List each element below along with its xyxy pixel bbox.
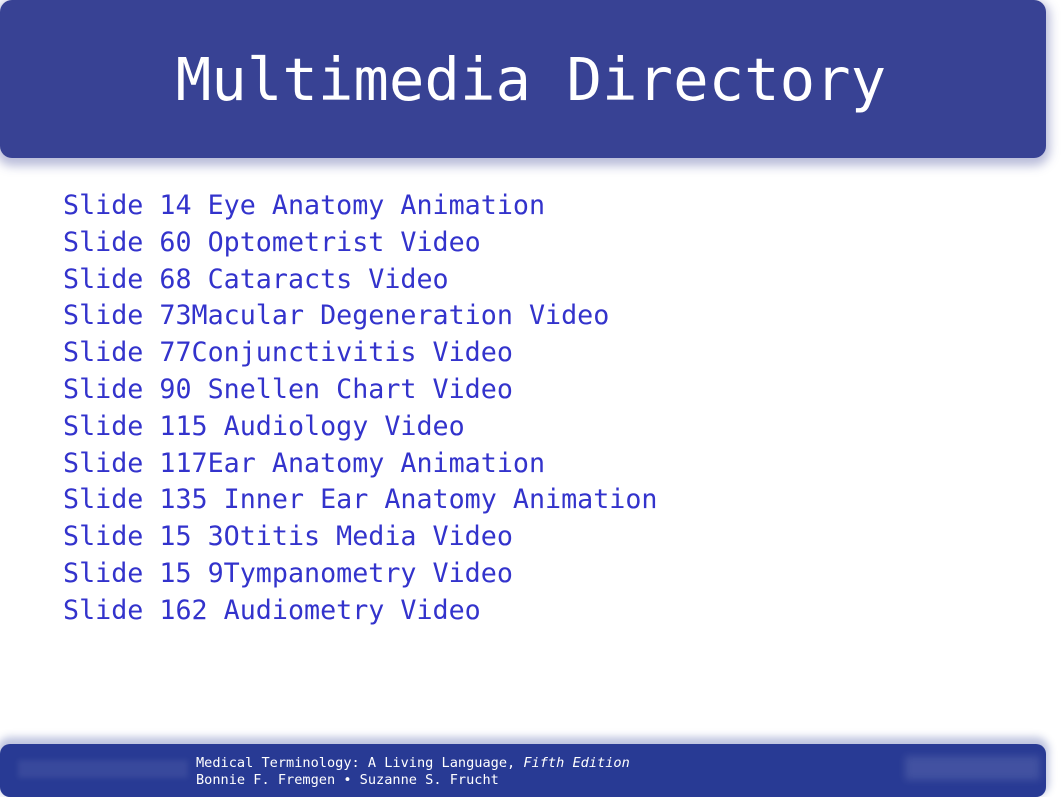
multimedia-list: Slide 14 Eye Anatomy Animation Slide 60 … [63,188,658,630]
list-item-link[interactable]: Slide 115 Audiology Video [63,409,658,446]
list-item-link[interactable]: Slide 15 9Tympanometry Video [63,556,658,593]
list-item-link[interactable]: Slide 162 Audiometry Video [63,593,658,630]
list-item-link[interactable]: Slide 77Conjunctivitis Video [63,335,658,372]
list-item-link[interactable]: Slide 73Macular Degeneration Video [63,298,658,335]
authors: Bonnie F. Fremgen • Suzanne S. Frucht [196,772,499,788]
brand-logo-blurred [905,756,1040,780]
edition: Fifth Edition [523,755,630,771]
list-item-link[interactable]: Slide 60 Optometrist Video [63,225,658,262]
publisher-logo-blurred [18,760,188,778]
list-item-link[interactable]: Slide 117Ear Anatomy Animation [63,446,658,483]
book-title: Medical Terminology: A Living Language, [196,755,524,771]
page-title: Multimedia Directory [175,45,887,114]
list-item-link[interactable]: Slide 135 Inner Ear Anatomy Animation [63,482,658,519]
list-item-link[interactable]: Slide 15 3Otitis Media Video [63,519,658,556]
list-item-link[interactable]: Slide 68 Cataracts Video [63,262,658,299]
footer-credits: Medical Terminology: A Living Language, … [196,755,630,789]
list-item-link[interactable]: Slide 90 Snellen Chart Video [63,372,658,409]
list-item-link[interactable]: Slide 14 Eye Anatomy Animation [63,188,658,225]
